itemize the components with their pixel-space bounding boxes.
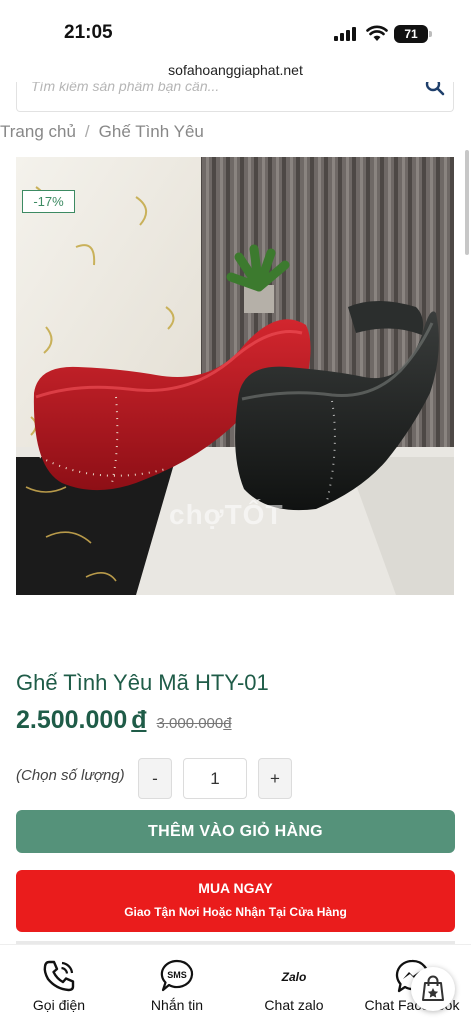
buy-now-button[interactable]: MUA NGAY Giao Tận Nơi Hoặc Nhận Tại Cửa … (16, 870, 455, 932)
signal-icon (334, 27, 358, 41)
price-row: 2.500.000 đ 3.000.000đ (16, 706, 232, 735)
price-old-currency: đ (223, 715, 232, 732)
quantity-input[interactable]: 1 (183, 758, 247, 799)
buy-now-title: MUA NGAY (198, 880, 273, 896)
breadcrumb: Trang chủ / Ghế Tình Yêu (0, 122, 204, 142)
sms-label: Nhắn tin (150, 997, 204, 1013)
watermark: chợTỐT (169, 499, 284, 530)
bottom-contact-bar: Gọi điện SMS Nhắn tin Zalo Chat zalo Cha… (0, 944, 471, 1024)
call-button[interactable]: Gọi điện (0, 945, 118, 1024)
quantity-minus-button[interactable]: - (138, 758, 172, 799)
product-title: Ghế Tình Yêu Mã HTY-01 (16, 670, 269, 695)
price-current-currency: đ (131, 706, 147, 734)
add-to-cart-button[interactable]: THÊM VÀO GIỎ HÀNG (16, 810, 455, 853)
svg-text:SMS: SMS (167, 970, 187, 980)
zalo-icon: Zalo (281, 970, 307, 984)
breadcrumb-current[interactable]: Ghế Tình Yêu (99, 122, 204, 141)
discount-badge: -17% (22, 190, 75, 213)
battery-tip (429, 31, 432, 37)
sms-button[interactable]: SMS Nhắn tin (118, 945, 236, 1024)
price-current: 2.500.000 (16, 706, 128, 734)
breadcrumb-home[interactable]: Trang chủ (0, 122, 76, 141)
search-icon[interactable] (425, 82, 445, 96)
svg-text:Zalo: Zalo (281, 970, 307, 984)
search-placeholder: Tìm kiếm sản phẩm bạn cần... (31, 82, 220, 94)
call-label: Gọi điện (32, 997, 86, 1013)
quantity-label: (Chọn số lượng) (16, 767, 125, 784)
buy-now-subtitle: Giao Tận Nơi Hoặc Nhận Tại Cửa Hàng (124, 905, 347, 919)
wifi-icon (366, 25, 388, 41)
breadcrumb-separator: / (84, 122, 90, 141)
quantity-plus-button[interactable]: + (258, 758, 292, 799)
sms-icon: SMS (160, 959, 194, 992)
search-input[interactable]: Tìm kiếm sản phẩm bạn cần... (16, 82, 454, 112)
page-scrollbar[interactable] (465, 150, 469, 255)
phone-icon (43, 960, 75, 992)
floating-cart-button[interactable] (411, 967, 455, 1011)
status-time: 21:05 (64, 22, 113, 43)
product-image[interactable]: -17% chợTỐT (16, 157, 454, 595)
status-bar: 21:05 71 (0, 0, 471, 62)
battery-icon: 71 (394, 25, 428, 43)
price-old: 3.000.000 (156, 715, 224, 732)
shopping-bag-icon (422, 975, 444, 1001)
zalo-label: Chat zalo (264, 997, 324, 1013)
zalo-button[interactable]: Zalo Chat zalo (235, 945, 353, 1024)
